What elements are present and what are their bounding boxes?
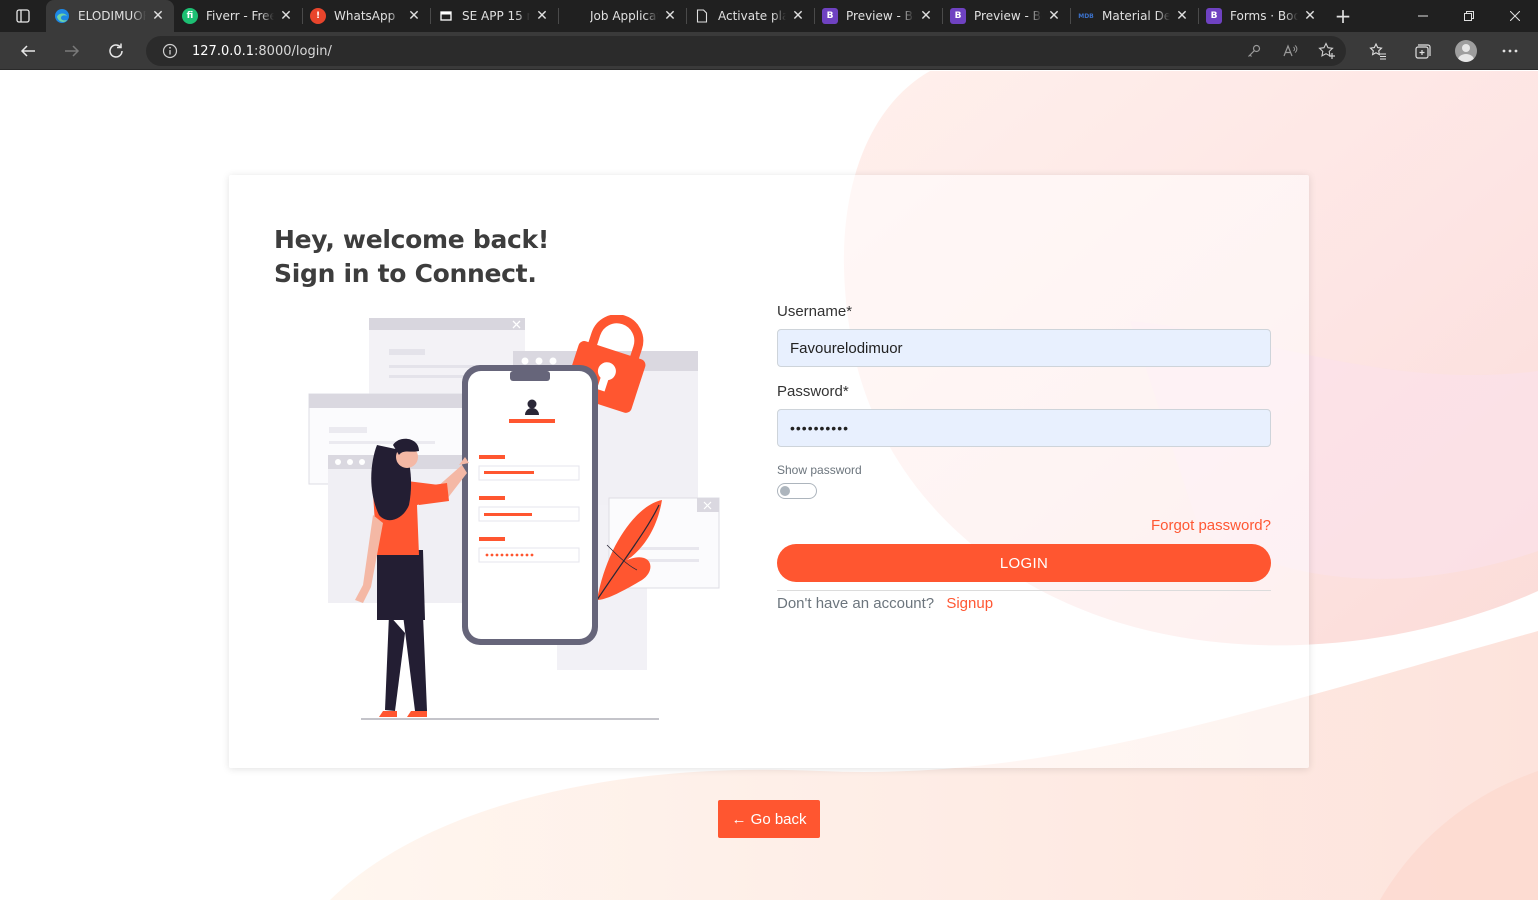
browser-toolbar: 127.0.0.1:8000/login/ (0, 32, 1538, 70)
close-tab-icon[interactable]: ✕ (406, 8, 422, 24)
login-button[interactable]: LOGIN (777, 544, 1271, 582)
show-password-toggle[interactable] (777, 483, 817, 499)
password-label: Password* (777, 383, 849, 400)
login-card: Hey, welcome back! Sign in to Connect. U… (229, 175, 1309, 768)
close-tab-icon[interactable]: ✕ (1046, 8, 1062, 24)
restore-icon (1464, 11, 1474, 21)
tab-title: Preview - Bootstrap (974, 9, 1042, 23)
go-back-button[interactable]: ← Go back (718, 800, 820, 838)
tab-title: Activate plan (718, 9, 786, 23)
alert-icon: ! (310, 8, 326, 24)
bootstrap-icon: B (1206, 8, 1222, 24)
url-path: :8000/login/ (254, 43, 332, 59)
tab-6[interactable]: Activate plan ✕ (686, 0, 814, 32)
add-favorite-icon[interactable] (1318, 42, 1336, 60)
favorites-icon (1369, 42, 1386, 60)
close-tab-icon[interactable]: ✕ (278, 8, 294, 24)
forgot-password-link[interactable]: Forgot password? (1151, 517, 1271, 534)
tab-7[interactable]: B Preview - Bootstrap ✕ (814, 0, 942, 32)
collections-icon (1415, 44, 1431, 59)
minimize-button[interactable] (1400, 0, 1446, 32)
new-tab-button[interactable]: + (1326, 0, 1360, 32)
page-icon (694, 8, 710, 24)
show-password-label: Show password (777, 463, 862, 477)
page-title: Hey, welcome back! Sign in to Connect. (274, 223, 549, 291)
password-input[interactable]: •••••••••• (777, 409, 1271, 447)
avatar (1455, 40, 1477, 62)
plus-icon: + (1334, 4, 1352, 28)
tab-4[interactable]: SE APP 15 n ✕ (430, 0, 558, 32)
settings-more-button[interactable] (1488, 32, 1532, 70)
tab-title: SE APP 15 n (462, 9, 530, 23)
close-tab-icon[interactable]: ✕ (150, 8, 166, 24)
username-value: Favourelodimuor (790, 339, 903, 357)
close-tab-icon[interactable]: ✕ (790, 8, 806, 24)
tab-8[interactable]: B Preview - Bootstrap ✕ (942, 0, 1070, 32)
page: Hey, welcome back! Sign in to Connect. U… (0, 71, 1538, 900)
bootstrap-icon: B (950, 8, 966, 24)
restore-button[interactable] (1446, 0, 1492, 32)
login-form: Username* Favourelodimuor Password* ••••… (777, 303, 1271, 612)
mdb-icon: MDB (1078, 12, 1094, 20)
more-icon (1502, 49, 1518, 53)
tab-actions-icon (16, 9, 30, 23)
password-value: •••••••••• (790, 420, 850, 436)
tab-title: ELODIMUOR (78, 9, 146, 23)
divider (777, 590, 1271, 591)
url-text: 127.0.0.1:8000/login/ (192, 44, 332, 59)
close-tab-icon[interactable]: ✕ (662, 8, 678, 24)
heading-line-2: Sign in to Connect. (274, 259, 537, 288)
profile-button[interactable] (1444, 32, 1488, 70)
signup-row: Don't have an account? Signup (777, 595, 993, 612)
url-host: 127.0.0.1 (192, 43, 255, 59)
arrow-right-icon (65, 44, 80, 57)
refresh-button[interactable] (94, 32, 138, 70)
tab-title: WhatsApp (334, 9, 396, 23)
read-aloud-icon[interactable] (1282, 43, 1298, 59)
bootstrap-icon: B (822, 8, 838, 24)
favorites-button[interactable] (1356, 32, 1400, 70)
key-icon[interactable] (1246, 43, 1262, 59)
fiverr-icon: fi (182, 8, 198, 24)
tab-3[interactable]: ! WhatsApp ✕ (302, 0, 430, 32)
close-tab-icon[interactable]: ✕ (1174, 8, 1190, 24)
close-icon (1510, 11, 1520, 21)
forward-button[interactable] (50, 32, 94, 70)
tab-title: Preview - Bootstrap (846, 9, 914, 23)
tab-10[interactable]: B Forms · Bootstrap ✕ (1198, 0, 1326, 32)
arrow-left-icon (20, 44, 35, 57)
tab-5[interactable]: Job Applications ✕ (558, 0, 686, 32)
tab-9[interactable]: MDB Material Design ✕ (1070, 0, 1198, 32)
close-window-button[interactable] (1492, 0, 1538, 32)
tab-2[interactable]: fi Fiverr - Freelance ✕ (174, 0, 302, 32)
no-account-text: Don't have an account? (777, 595, 935, 612)
address-bar[interactable]: 127.0.0.1:8000/login/ (146, 36, 1346, 66)
minimize-icon (1418, 15, 1428, 17)
tab-bar: ELODIMUOR ✕ fi Fiverr - Freelance ✕! WhatsApp… (0, 0, 1538, 32)
tab-title: Forms · Bootstrap (1230, 9, 1298, 23)
window-icon (438, 8, 454, 24)
tab-1[interactable]: ELODIMUOR ✕ (46, 0, 174, 32)
login-illustration (308, 315, 720, 720)
tab-title: Job Applications (590, 9, 658, 23)
close-tab-icon[interactable]: ✕ (918, 8, 934, 24)
close-tab-icon[interactable]: ✕ (534, 8, 550, 24)
back-button[interactable] (6, 32, 50, 70)
collections-button[interactable] (1400, 32, 1444, 70)
blank-icon (566, 8, 582, 24)
heading-line-1: Hey, welcome back! (274, 225, 549, 254)
edge-icon (54, 8, 70, 24)
close-tab-icon[interactable]: ✕ (1302, 8, 1318, 24)
tab-title: Material Design (1102, 9, 1170, 23)
tab-title: Fiverr - Freelance (206, 9, 274, 23)
refresh-icon (109, 43, 123, 58)
info-icon[interactable] (162, 43, 178, 59)
tab-actions-menu[interactable] (0, 0, 46, 32)
signup-link[interactable]: Signup (946, 595, 993, 612)
username-label: Username* (777, 303, 853, 320)
username-input[interactable]: Favourelodimuor (777, 329, 1271, 367)
